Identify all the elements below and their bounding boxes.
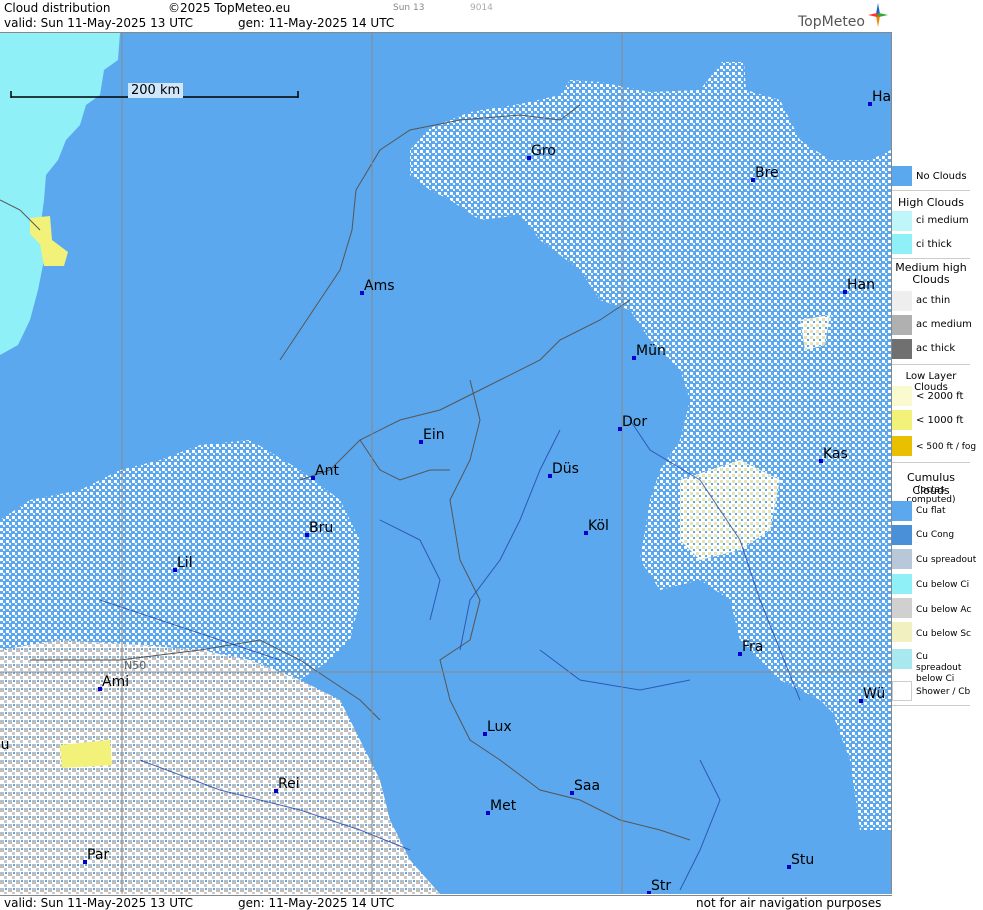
swatch-low-1000 [892,410,912,430]
footer-disclaimer: not for air navigation purposes [696,896,882,910]
product-title: Cloud distribution [4,1,111,15]
swatch-ac-thick [892,339,912,359]
legend-ci-thick: ci thick [916,239,952,250]
legend-cu-below-sc: Cu below Sc [916,629,971,639]
run-code: 9014 [470,3,493,13]
valid-time: valid: Sun 11-May-2025 13 UTC [4,16,193,30]
generated-time: gen: 11-May-2025 14 UTC [238,16,395,30]
swatch-ac-medium [892,315,912,335]
swatch-cu-flat [892,501,912,521]
scale-bar: 200 km [10,83,299,103]
legend-cu-below-ac: Cu below Ac [916,605,972,615]
ci-thick-region [0,33,120,355]
swatch-ci-thick [892,234,912,254]
city-label-5: Mün [636,343,666,359]
city-label-9: Düs [552,461,579,477]
legend-cu-cong: Cu Cong [916,530,955,540]
city-label-10: Kas [823,446,848,462]
footer-bar: valid: Sun 11-May-2025 13 UTC gen: 11-Ma… [0,895,892,910]
city-label-17: Lux [487,719,512,735]
cu-flat-ne [410,62,891,720]
run-short: Sun 13 [393,3,425,13]
city-label-22: Par [87,847,109,863]
grid-label: N50 [124,659,146,672]
city-label-18: ou [0,737,9,753]
city-label-3: Ams [364,278,395,294]
city-label-21: Met [490,798,517,814]
swatch-low-500 [892,436,912,456]
city-label-6: Ein [423,427,445,443]
city-label-8: Ant [315,463,339,479]
legend-divider [892,364,970,365]
footer-valid: valid: Sun 11-May-2025 13 UTC [4,896,193,910]
legend-ac-thin: ac thin [916,295,951,306]
legend-panel: No Clouds High Clouds ci medium ci thick… [892,0,983,909]
swatch-cu-spreadout-below-ci [892,649,912,669]
city-label-24: Str [651,878,671,894]
swatch-cu-below-sc [892,622,912,642]
city-label-4: Han [847,277,875,293]
swatch-no-clouds [892,166,912,186]
city-label-15: Ami [102,674,129,690]
footer-generated: gen: 11-May-2025 14 UTC [238,896,395,910]
legend-ac-thick: ac thick [916,343,956,354]
legend-low-2000: < 2000 ft [916,391,964,402]
legend-medium-heading: Medium high Clouds [895,261,967,286]
swatch-low-2000 [892,386,912,406]
city-label-13: Lil [177,555,193,571]
copyright-text: ©2025 TopMeteo.eu [168,1,291,15]
legend-divider [892,190,970,191]
legend-divider [892,462,970,463]
swatch-shower [892,681,912,701]
city-label-12: Köl [588,518,609,534]
swatch-cu-below-ci [892,574,912,594]
topmeteo-logo-text: TopMeteo [798,14,865,30]
swatch-cu-cong [892,525,912,545]
swatch-cu-below-ac [892,598,912,618]
city-label-14: Fra [742,639,763,655]
legend-shower: Shower / Cb [916,687,971,697]
compass-logo-icon [868,3,888,27]
scale-label: 200 km [128,83,184,98]
legend-divider [892,705,970,706]
legend-divider [892,258,970,259]
legend-cu-spreadout-below-ci: Cu spreadout below Ci [916,652,962,684]
city-label-11: Bru [309,520,333,536]
swatch-cu-spreadout [892,549,912,569]
city-label-19: Rei [278,776,300,792]
swatch-ac-thin [892,291,912,311]
legend-cu-spreadout: Cu spreadout [916,555,977,565]
legend-ac-medium: ac medium [916,319,972,330]
legend-low-1000: < 1000 ft [916,415,964,426]
swatch-ci-medium [892,211,912,231]
city-label-7: Dor [622,414,647,430]
city-label-1: Bre [755,165,779,181]
cloud-map[interactable]: N50 Gro Bre Ha Ams Han Mün Ein Dor Ant Düs Kas Bru K… [0,33,892,894]
legend-no-clouds: No Clouds [916,171,967,182]
city-label-20: Saa [574,778,600,794]
legend-cu-flat: Cu flat [916,506,946,516]
legend-cu-below-ci: Cu below Ci [916,580,970,590]
legend-low-500: < 500 ft / fog [916,442,977,452]
city-label-16: Wü [863,686,885,702]
legend-high-heading: High Clouds [898,196,964,209]
city-label-0: Gro [531,143,556,159]
header-bar: Cloud distribution ©2025 TopMeteo.eu Sun… [0,0,892,33]
city-label-2: Ha [872,89,891,105]
legend-ci-medium: ci medium [916,215,969,226]
city-label-23: Stu [791,852,814,868]
